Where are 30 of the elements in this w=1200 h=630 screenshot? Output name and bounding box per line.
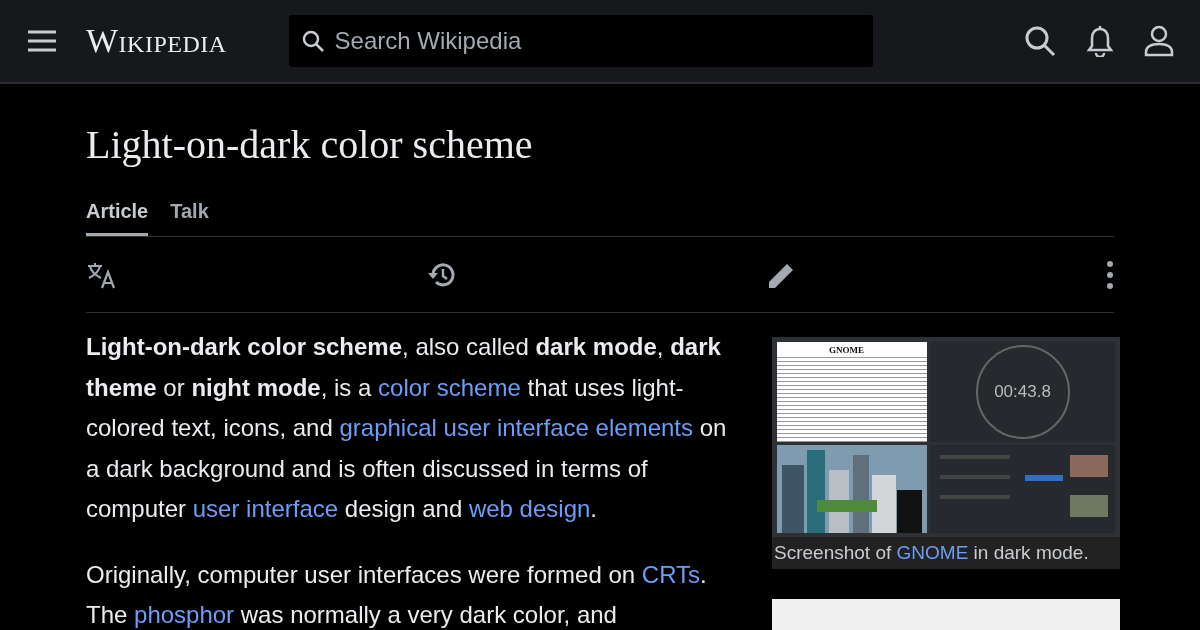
- user-button[interactable]: [1144, 25, 1174, 57]
- link[interactable]: user interface: [192, 495, 339, 522]
- search-button[interactable]: [1024, 25, 1056, 57]
- bell-icon: [1086, 25, 1114, 57]
- more-icon: [1106, 259, 1114, 290]
- wikipedia-logo[interactable]: Wikipedia: [86, 22, 227, 60]
- article-title: Light-on-dark color scheme: [86, 122, 534, 168]
- search-icon: [1024, 25, 1056, 57]
- paragraph: Originally, computer user interfaces were formed on CRTs. The phosphor was normally a very dark color, and: [86, 559, 708, 630]
- link[interactable]: CRTs: [641, 560, 701, 588]
- more-button[interactable]: [1106, 259, 1114, 290]
- paragraph: Light-on-dark color scheme, also called dark mode, dark theme or night mode, is a color scheme that uses light-colored text, icons, and graphical user interface elements on a dark background and is often discussed in terms of computer user interface design and web design.: [86, 332, 728, 524]
- page-tab[interactable]: Talk: [170, 200, 209, 236]
- menu-icon: [26, 29, 58, 53]
- search-field[interactable]: Search Wikipedia: [288, 15, 873, 67]
- image-caption: Screenshot of GNOME in dark mode.: [772, 537, 1120, 569]
- language-button[interactable]: [86, 260, 118, 289]
- link[interactable]: color scheme: [378, 373, 521, 401]
- link[interactable]: graphical user interface elements: [339, 414, 693, 441]
- timer-reading: 00:43.8: [994, 382, 1051, 402]
- link[interactable]: phosphor: [134, 601, 235, 628]
- document-heading: GNOME: [829, 345, 864, 355]
- translate-icon: [86, 260, 118, 289]
- menu-button[interactable]: [26, 29, 58, 53]
- page-tab[interactable]: Article: [86, 200, 149, 236]
- notifications-button[interactable]: [1086, 25, 1114, 57]
- user-icon: [1144, 25, 1174, 57]
- search-icon: [300, 29, 325, 53]
- link[interactable]: web design: [468, 495, 591, 522]
- link[interactable]: GNOME: [896, 542, 969, 563]
